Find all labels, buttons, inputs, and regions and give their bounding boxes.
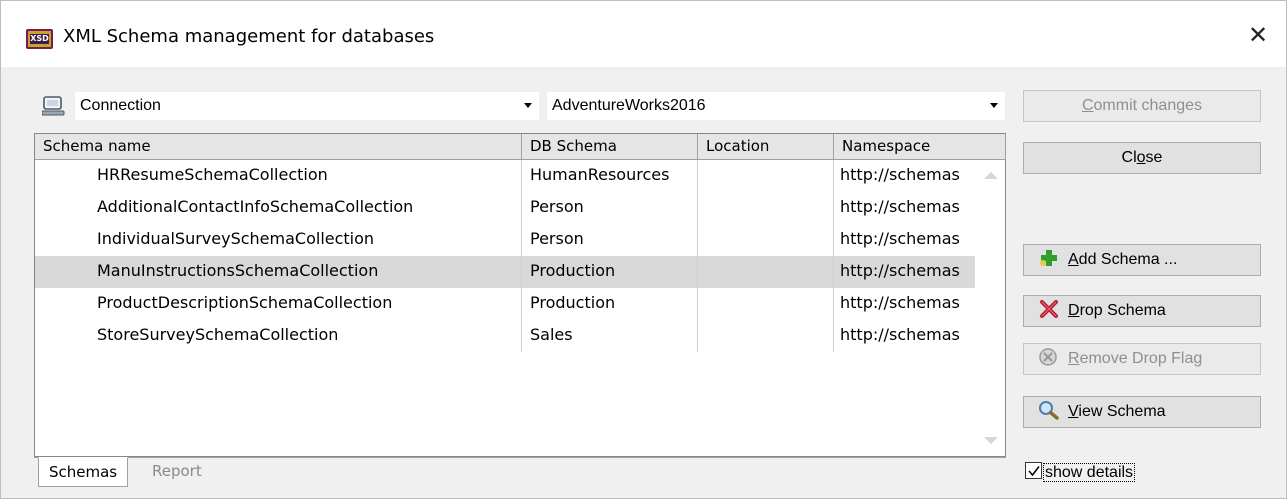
- namespace-cell: http://schemas: [834, 224, 976, 256]
- schema-name-cell: AdditionalContactInfoSchemaCollection: [35, 192, 522, 224]
- chevron-down-icon[interactable]: [990, 103, 998, 108]
- drop-schema-button[interactable]: Drop Schema: [1023, 295, 1261, 327]
- location-cell: [698, 224, 834, 256]
- scroll-down-icon[interactable]: [984, 437, 998, 444]
- dialog-title: XML Schema management for databases: [63, 26, 435, 47]
- checkbox-box[interactable]: [1025, 462, 1042, 480]
- namespace-cell: http://schemas: [834, 320, 976, 352]
- table-row-selected[interactable]: ManuInstructionsSchemaCollection Product…: [35, 256, 976, 288]
- location-cell: [698, 288, 834, 320]
- add-schema-button[interactable]: Add Schema ...: [1023, 244, 1261, 276]
- db-schema-cell: Person: [522, 192, 698, 224]
- table-row[interactable]: HRResumeSchemaCollection HumanResources …: [35, 160, 976, 192]
- title-bar: XSD XML Schema management for databases …: [1, 1, 1286, 67]
- namespace-cell: http://schemas: [834, 192, 976, 224]
- table-row[interactable]: IndividualSurveySchemaCollection Person …: [35, 224, 976, 256]
- column-header-row: Schema name DB Schema Location Namespace: [35, 134, 1006, 160]
- table-row[interactable]: ProductDescriptionSchemaCollection Produ…: [35, 288, 976, 320]
- location-cell: [698, 192, 834, 224]
- db-schema-cell: Sales: [522, 320, 698, 352]
- check-icon: [1028, 466, 1040, 477]
- tab-report[interactable]: Report: [142, 457, 212, 487]
- column-header-namespace[interactable]: Namespace: [834, 134, 1006, 160]
- column-header-schema-name[interactable]: Schema name: [35, 134, 522, 160]
- table-row[interactable]: AdditionalContactInfoSchemaCollection Pe…: [35, 192, 976, 224]
- vertical-scrollbar[interactable]: [975, 160, 1005, 456]
- namespace-cell: http://schemas: [834, 288, 976, 320]
- database-connection-icon: [42, 96, 65, 116]
- location-cell: [698, 256, 834, 288]
- show-details-checkbox[interactable]: show details: [1025, 462, 1136, 486]
- db-schema-cell: HumanResources: [522, 160, 698, 192]
- db-schema-cell: Production: [522, 256, 698, 288]
- table-row[interactable]: StoreSurveySchemaCollection Sales http:/…: [35, 320, 976, 352]
- connection-label: Connection: [80, 97, 161, 114]
- bottom-tab-bar: Schemas Report: [34, 457, 1006, 489]
- location-cell: [698, 160, 834, 192]
- remove-flag-icon: [1039, 348, 1057, 366]
- namespace-cell: http://schemas: [834, 160, 976, 192]
- schema-name-cell: ProductDescriptionSchemaCollection: [35, 288, 522, 320]
- schema-name-cell: ManuInstructionsSchemaCollection: [35, 256, 522, 288]
- db-schema-cell: Person: [522, 224, 698, 256]
- connection-dropdown[interactable]: Connection: [75, 92, 539, 120]
- close-icon[interactable]: ✕: [1244, 21, 1272, 49]
- magnifier-icon: [1039, 400, 1059, 420]
- close-button[interactable]: Close: [1023, 142, 1261, 174]
- db-schema-cell: Production: [522, 288, 698, 320]
- plus-icon: [1040, 249, 1057, 266]
- remove-drop-flag-button[interactable]: Remove Drop Flag: [1023, 343, 1261, 375]
- show-details-label: show details: [1043, 463, 1136, 482]
- scroll-up-icon[interactable]: [984, 172, 998, 179]
- location-cell: [698, 320, 834, 352]
- namespace-cell: http://schemas: [834, 256, 976, 288]
- database-value: AdventureWorks2016: [552, 97, 706, 114]
- commit-changes-button[interactable]: Commit changes: [1023, 90, 1261, 122]
- drop-x-icon: [1040, 299, 1058, 318]
- schema-name-cell: StoreSurveySchemaCollection: [35, 320, 522, 352]
- view-schema-button[interactable]: View Schema: [1023, 396, 1261, 428]
- schema-name-cell: IndividualSurveySchemaCollection: [35, 224, 522, 256]
- schema-management-dialog: XSD XML Schema management for databases …: [0, 0, 1287, 499]
- column-header-location[interactable]: Location: [698, 134, 834, 160]
- schema-list[interactable]: Schema name DB Schema Location Namespace…: [34, 133, 1006, 457]
- xsd-icon: XSD: [26, 29, 53, 49]
- column-header-db-schema[interactable]: DB Schema: [522, 134, 698, 160]
- tab-schemas[interactable]: Schemas: [38, 457, 129, 487]
- database-dropdown[interactable]: AdventureWorks2016: [547, 92, 1005, 120]
- chevron-down-icon[interactable]: [524, 103, 532, 108]
- schema-name-cell: HRResumeSchemaCollection: [35, 160, 522, 192]
